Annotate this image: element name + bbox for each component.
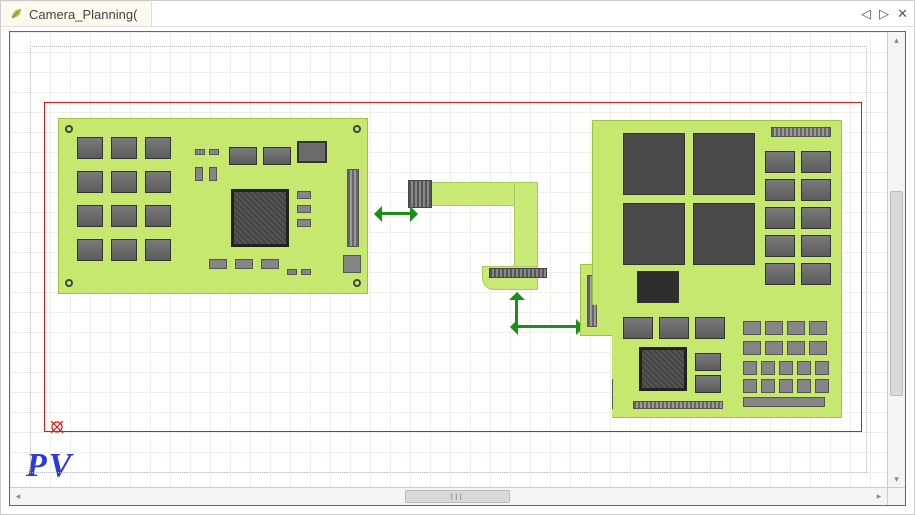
origin-marker-icon bbox=[50, 420, 64, 434]
tab-label: Camera_Planning( bbox=[29, 7, 137, 22]
arrow-horizontal-bottom bbox=[516, 325, 578, 328]
scroll-right-icon[interactable]: ▸ bbox=[871, 488, 887, 505]
close-tab-button[interactable]: ✕ bbox=[897, 6, 908, 22]
pcb-board-left[interactable] bbox=[58, 118, 368, 294]
document-tab[interactable]: Camera_Planning( bbox=[1, 1, 152, 26]
flex-connector-right[interactable] bbox=[489, 268, 547, 278]
scroll-up-icon[interactable]: ▴ bbox=[888, 32, 905, 48]
pcb-board-right[interactable] bbox=[592, 120, 842, 418]
horizontal-scroll-thumb[interactable]: III bbox=[405, 490, 510, 503]
canvas-viewport[interactable]: PV bbox=[10, 32, 887, 487]
title-bar: Camera_Planning( ◁ ▷ ✕ bbox=[1, 1, 914, 27]
scrollbar-corner bbox=[887, 487, 905, 505]
scroll-down-icon[interactable]: ▾ bbox=[888, 471, 905, 487]
watermark-label: PV bbox=[26, 447, 73, 485]
design-canvas[interactable]: PV bbox=[10, 32, 887, 487]
arrow-horizontal bbox=[380, 212, 412, 215]
vertical-scroll-thumb[interactable] bbox=[890, 191, 903, 396]
vertical-scrollbar[interactable]: ▴ ▾ bbox=[887, 32, 905, 487]
next-tab-button[interactable]: ▷ bbox=[879, 6, 889, 22]
prev-tab-button[interactable]: ◁ bbox=[861, 6, 871, 22]
scroll-left-icon[interactable]: ◂ bbox=[10, 488, 26, 505]
tab-controls: ◁ ▷ ✕ bbox=[861, 1, 908, 26]
horizontal-scrollbar[interactable]: ◂ III ▸ bbox=[10, 487, 887, 505]
leaf-icon bbox=[9, 7, 23, 21]
flex-connector-left[interactable] bbox=[408, 180, 432, 208]
workspace: PV ▴ ▾ ◂ III ▸ bbox=[9, 31, 906, 506]
